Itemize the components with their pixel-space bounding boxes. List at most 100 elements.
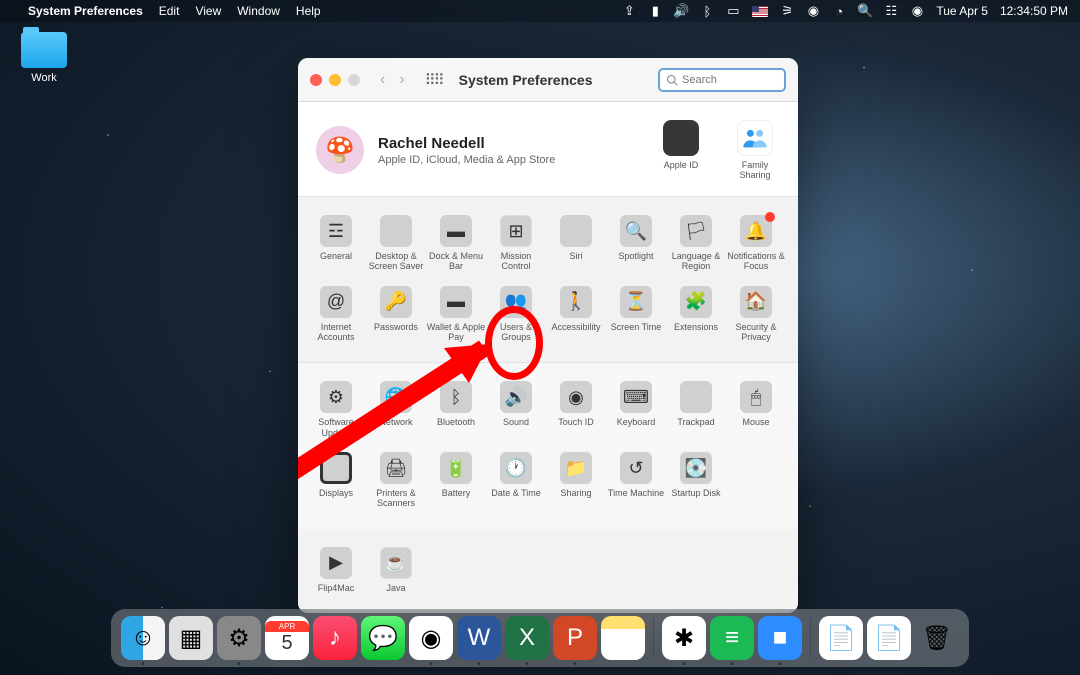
- dock-slack[interactable]: ✱: [662, 616, 706, 660]
- volume-icon[interactable]: 🔊: [674, 4, 688, 18]
- dock-launchpad[interactable]: ▦: [169, 616, 213, 660]
- pane-users-groups[interactable]: 👥Users & Groups: [486, 282, 546, 353]
- pane-accessibility[interactable]: 🚶Accessibility: [546, 282, 606, 353]
- dock-notes[interactable]: [601, 616, 645, 660]
- pane-time-machine[interactable]: ↺Time Machine: [606, 448, 666, 519]
- dock-document-2[interactable]: 📄: [867, 616, 911, 660]
- dock-powerpoint[interactable]: P: [553, 616, 597, 660]
- pane-security[interactable]: 🏠Security & Privacy: [726, 282, 786, 353]
- pane-spotlight[interactable]: 🔍Spotlight: [606, 211, 666, 282]
- pane-extensions[interactable]: 🧩Extensions: [666, 282, 726, 353]
- search-input[interactable]: [682, 74, 772, 86]
- keyboard-icon: ⌨: [620, 381, 652, 413]
- pane-screen-time[interactable]: ⏳Screen Time: [606, 282, 666, 353]
- pane-bluetooth[interactable]: ᛒBluetooth: [426, 377, 486, 448]
- apple-id-button[interactable]: Apple ID: [656, 120, 706, 180]
- menu-help[interactable]: Help: [296, 4, 321, 18]
- dock-system-preferences[interactable]: ⚙: [217, 616, 261, 660]
- close-button[interactable]: [310, 74, 322, 86]
- back-button[interactable]: ‹: [380, 71, 385, 89]
- pane-label: Network: [379, 417, 412, 427]
- dock-document-1[interactable]: 📄: [819, 616, 863, 660]
- menu-view[interactable]: View: [195, 4, 221, 18]
- pane-label: Startup Disk: [671, 488, 720, 498]
- dock-calendar[interactable]: APR5: [265, 616, 309, 660]
- dock-word[interactable]: W: [457, 616, 501, 660]
- app-menu[interactable]: System Preferences: [28, 4, 143, 18]
- clock-icon[interactable]: ◔: [832, 4, 846, 18]
- minimize-button[interactable]: [329, 74, 341, 86]
- pane-label: Siri: [570, 251, 583, 261]
- forward-button[interactable]: ›: [399, 71, 404, 89]
- pane-notifications[interactable]: 🔔Notifications & Focus: [726, 211, 786, 282]
- pane-desktop[interactable]: Desktop & Screen Saver: [366, 211, 426, 282]
- dock-music[interactable]: ♪: [313, 616, 357, 660]
- maximize-button[interactable]: [348, 74, 360, 86]
- pane-date-time[interactable]: 🕐Date & Time: [486, 448, 546, 519]
- pane-keyboard[interactable]: ⌨Keyboard: [606, 377, 666, 448]
- grid-view-button[interactable]: ⠿⠿: [425, 71, 443, 89]
- user-info[interactable]: Rachel Needell Apple ID, iCloud, Media &…: [378, 135, 555, 166]
- user-name: Rachel Needell: [378, 135, 555, 152]
- pane-sharing[interactable]: 📁Sharing: [546, 448, 606, 519]
- pane-siri[interactable]: Siri: [546, 211, 606, 282]
- dock-excel[interactable]: X: [505, 616, 549, 660]
- siri-menubar-icon[interactable]: ◉: [910, 4, 924, 18]
- wifi-icon[interactable]: ⚞: [780, 4, 794, 18]
- users-icon: 👥: [500, 286, 532, 318]
- pane-displays[interactable]: Displays: [306, 448, 366, 519]
- dock-separator: [810, 618, 811, 658]
- pane-internet-accounts[interactable]: @Internet Accounts: [306, 282, 366, 353]
- dock-icon: ▬: [440, 215, 472, 247]
- pane-flip4mac[interactable]: ▶Flip4Mac: [306, 543, 366, 603]
- pane-printers[interactable]: 🖨Printers & Scanners: [366, 448, 426, 519]
- control-center-icon[interactable]: ☷: [884, 4, 898, 18]
- pane-battery[interactable]: 🔋Battery: [426, 448, 486, 519]
- pane-sound[interactable]: 🔊Sound: [486, 377, 546, 448]
- avatar[interactable]: 🍄: [316, 126, 364, 174]
- dock-messages[interactable]: 💬: [361, 616, 405, 660]
- pane-mission-control[interactable]: ⊞Mission Control: [486, 211, 546, 282]
- menubar-date[interactable]: Tue Apr 5: [936, 4, 988, 18]
- pane-general[interactable]: ☲General: [306, 211, 366, 282]
- pane-touch-id[interactable]: ◉ Touch ID: [546, 377, 606, 448]
- pane-mouse[interactable]: 🖱Mouse: [726, 377, 786, 448]
- pane-java[interactable]: ☕Java: [366, 543, 426, 603]
- pane-trackpad[interactable]: Trackpad: [666, 377, 726, 448]
- bluetooth-icon[interactable]: ᛒ: [700, 4, 714, 18]
- printers-icon: 🖨: [380, 452, 412, 484]
- dock-finder[interactable]: ☺: [121, 616, 165, 660]
- spotlight-menubar-icon[interactable]: 🔍: [858, 4, 872, 18]
- pane-dock[interactable]: ▬Dock & Menu Bar: [426, 211, 486, 282]
- pane-label: Touch ID: [558, 417, 594, 427]
- storage-icon[interactable]: ▮: [648, 4, 662, 18]
- user-icon[interactable]: ◉: [806, 4, 820, 18]
- touchid-icon: ◉: [560, 381, 592, 413]
- dock-chrome[interactable]: ◉: [409, 616, 453, 660]
- dropbox-icon[interactable]: ⇪: [622, 4, 636, 18]
- dock-trash[interactable]: 🗑: [915, 616, 959, 660]
- dock-spotify[interactable]: ≡: [710, 616, 754, 660]
- menu-window[interactable]: Window: [237, 4, 280, 18]
- pane-network[interactable]: 🌐Network: [366, 377, 426, 448]
- input-source-icon[interactable]: [752, 6, 768, 17]
- screentime-icon: ⏳: [620, 286, 652, 318]
- pane-passwords[interactable]: 🔑Passwords: [366, 282, 426, 353]
- displays-icon: [320, 452, 352, 484]
- menubar: System Preferences Edit View Window Help…: [0, 0, 1080, 22]
- dock-zoom[interactable]: ■: [758, 616, 802, 660]
- family-icon: [737, 120, 773, 156]
- window-controls: [310, 74, 360, 86]
- search-field[interactable]: [658, 68, 786, 92]
- pane-wallet[interactable]: ▬Wallet & Apple Pay: [426, 282, 486, 353]
- battery-icon[interactable]: ▭: [726, 4, 740, 18]
- menubar-time[interactable]: 12:34:50 PM: [1000, 4, 1068, 18]
- pane-label: Language & Region: [672, 251, 721, 271]
- desktop-folder-work[interactable]: Work: [14, 32, 74, 84]
- menu-edit[interactable]: Edit: [159, 4, 180, 18]
- pane-software-update[interactable]: ⚙Software Update: [306, 377, 366, 448]
- pane-startup-disk[interactable]: 💽Startup Disk: [666, 448, 726, 519]
- family-sharing-button[interactable]: Family Sharing: [730, 120, 780, 180]
- pane-language[interactable]: 🏳Language & Region: [666, 211, 726, 282]
- pane-label: Extensions: [674, 322, 718, 332]
